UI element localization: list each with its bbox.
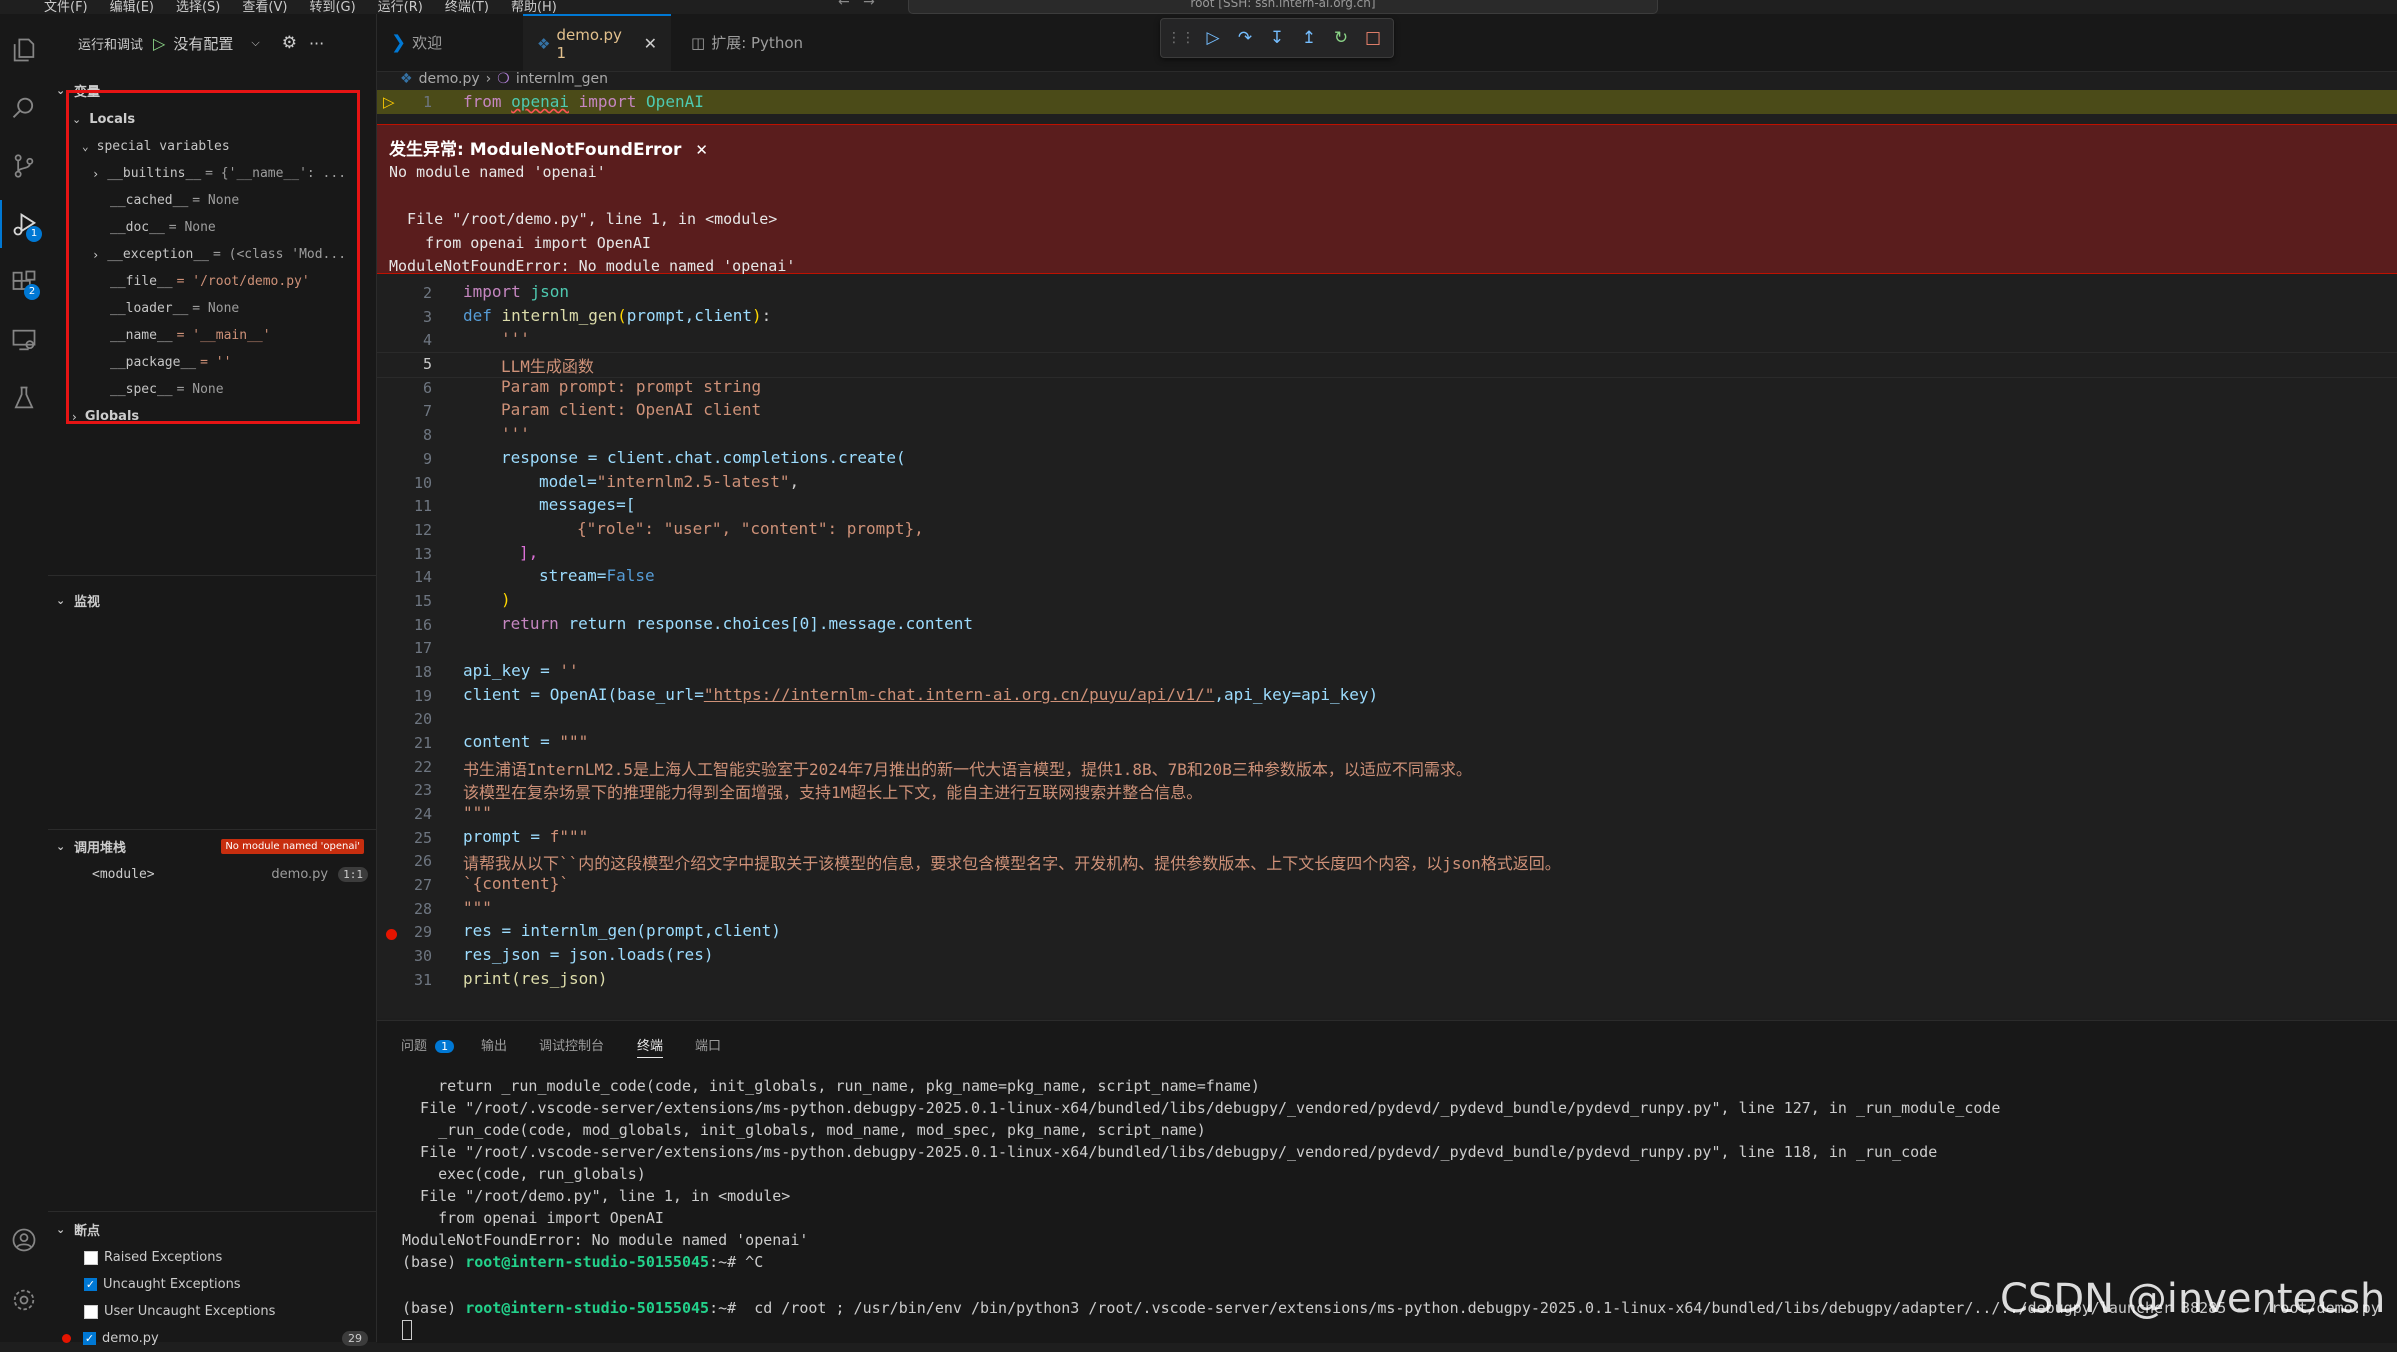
terminal-line: File "/root/.vscode-server/extensions/ms…	[402, 1143, 1938, 1161]
debug-toolbar: ⋮⋮ ▷ ↷ ↧ ↥ ↻ □	[1160, 18, 1394, 58]
menu-terminal[interactable]: 终端(T)	[445, 0, 489, 14]
close-icon[interactable]: ✕	[644, 34, 657, 53]
terminal-line: ModuleNotFoundError: No module named 'op…	[402, 1231, 809, 1249]
bp-raised-exceptions[interactable]: Raised Exceptions	[48, 1244, 358, 1271]
step-over-icon[interactable]: ↷	[1233, 26, 1257, 50]
chevron-down-icon: ⌄	[56, 593, 66, 607]
python-file-icon: ❖	[537, 34, 551, 53]
restart-icon[interactable]: ↻	[1329, 26, 1353, 50]
checkbox-checked-icon[interactable]: ✓	[83, 1332, 96, 1345]
divider	[48, 575, 376, 576]
source-control-icon[interactable]	[0, 142, 48, 190]
exception-title: 发生异常: ModuleNotFoundError ✕	[389, 140, 708, 160]
remote-explorer-icon[interactable]	[0, 316, 48, 364]
callstack-section-header[interactable]: ⌄ 调用堆栈 No module named 'openai'	[48, 834, 376, 858]
search-icon[interactable]	[0, 84, 48, 132]
chevron-down-icon[interactable]: ⌵	[251, 36, 259, 50]
breakpoints-section-header[interactable]: ⌄ 断点	[48, 1217, 376, 1241]
close-icon[interactable]: ✕	[695, 141, 708, 159]
breadcrumb-symbol[interactable]: internlm_gen	[516, 71, 608, 87]
extensions-badge: 2	[24, 284, 40, 300]
terminal-line: from openai import OpenAI	[402, 1209, 664, 1227]
explorer-icon[interactable]	[0, 26, 48, 74]
divider	[48, 829, 376, 830]
checkbox[interactable]	[84, 1250, 98, 1265]
run-debug-sidebar: 运行和调试 ▷ 没有配置 ⌵ ⚙ ··· ⌄ 变量 ⌄ Locals ⌄ spe…	[48, 14, 377, 1346]
more-icon[interactable]: ···	[309, 34, 324, 53]
settings-gear-icon[interactable]	[0, 1276, 48, 1324]
exception-widget: 发生异常: ModuleNotFoundError ✕ No module na…	[377, 124, 2397, 275]
activity-bar: 1 2	[0, 14, 48, 1342]
bp-file-entry[interactable]: ✓ demo.py 29	[48, 1325, 368, 1352]
tab-extension-python[interactable]: ◫ 扩展: Python	[677, 14, 867, 71]
exception-trace: No module named 'openai' File "/root/dem…	[389, 163, 796, 275]
menu-bar: 文件(F) 编辑(E) 选择(S) 查看(V) 转到(G) 运行(R) 终端(T…	[44, 0, 557, 14]
config-select[interactable]: 没有配置	[173, 33, 233, 54]
command-center[interactable]: root [SSH: ssh.intern-ai.org.cn]	[908, 0, 1658, 14]
exception-badge: No module named 'openai'	[221, 838, 364, 854]
menu-view[interactable]: 查看(V)	[242, 0, 287, 14]
chevron-right-icon: ›	[485, 71, 492, 87]
terminal-line: _run_code(code, mod_globals, init_global…	[402, 1121, 1206, 1139]
gear-icon[interactable]: ⚙	[282, 33, 297, 53]
terminal-cursor[interactable]	[402, 1320, 412, 1340]
terminal-line: exec(code, run_globals)	[402, 1165, 646, 1183]
debug-badge: 1	[26, 226, 42, 242]
menu-go[interactable]: 转到(G)	[309, 0, 355, 14]
highlight-box	[66, 90, 360, 424]
tab-problems[interactable]: 问题 1	[401, 1035, 455, 1054]
title-bar: 文件(F) 编辑(E) 选择(S) 查看(V) 转到(G) 运行(R) 终端(T…	[0, 0, 2397, 14]
nav-arrows[interactable]: ← →	[838, 0, 875, 10]
checkbox[interactable]	[84, 1304, 98, 1319]
cursor-line	[377, 352, 2397, 378]
extensions-icon[interactable]: 2	[0, 258, 48, 306]
menu-help[interactable]: 帮助(H)	[511, 0, 557, 14]
callstack-frame[interactable]: <module> demo.py 1:1	[48, 861, 368, 888]
terminal-prompt: (base) root@intern-studio-50155045:~# ^C	[402, 1253, 764, 1271]
checkbox-checked-icon[interactable]: ✓	[84, 1278, 97, 1291]
vscode-logo-icon: ❯	[391, 32, 407, 53]
account-icon[interactable]	[0, 1216, 48, 1264]
menu-run[interactable]: 运行(R)	[378, 0, 423, 14]
debug-header: 运行和调试 ▷ 没有配置 ⌵ ⚙ ···	[48, 28, 376, 58]
continue-icon[interactable]: ▷	[1201, 26, 1225, 50]
breadcrumb: ❖ demo.py › ❍ internlm_gen	[400, 68, 608, 90]
bp-uncaught-exceptions[interactable]: ✓ Uncaught Exceptions	[48, 1271, 358, 1298]
watermark: CSDN @inventecsh	[2000, 1276, 2386, 1322]
menu-edit[interactable]: 编辑(E)	[110, 0, 154, 14]
bp-user-uncaught-exceptions[interactable]: User Uncaught Exceptions	[48, 1298, 358, 1325]
chevron-down-icon: ⌄	[56, 1222, 66, 1236]
terminal-line: File "/root/.vscode-server/extensions/ms…	[402, 1099, 2001, 1117]
sidebar-title: 运行和调试	[78, 37, 144, 53]
menu-file[interactable]: 文件(F)	[44, 0, 88, 14]
terminal-line: return _run_module_code(code, init_globa…	[402, 1077, 1260, 1095]
tab-output[interactable]: 输出	[481, 1035, 507, 1054]
tab-demo-py[interactable]: ❖ demo.py 1 ✕	[523, 14, 671, 71]
menu-selection[interactable]: 选择(S)	[176, 0, 220, 14]
divider	[48, 1211, 376, 1212]
extensions-icon: ◫	[691, 33, 706, 52]
step-out-icon[interactable]: ↥	[1297, 26, 1321, 50]
terminal-line: File "/root/demo.py", line 1, in <module…	[402, 1187, 791, 1205]
tab-debug-console[interactable]: 调试控制台	[539, 1035, 604, 1054]
tab-terminal[interactable]: 终端	[637, 1035, 664, 1058]
breadcrumb-file[interactable]: demo.py	[419, 71, 480, 87]
testing-icon[interactable]	[0, 374, 48, 422]
tab-welcome[interactable]: ❯ 欢迎	[377, 14, 507, 71]
chevron-down-icon: ⌄	[56, 839, 66, 853]
drag-handle-icon[interactable]: ⋮⋮	[1167, 26, 1195, 50]
tab-ports[interactable]: 端口	[695, 1035, 721, 1054]
step-into-icon[interactable]: ↧	[1265, 26, 1289, 50]
code-body[interactable]: 2 import json 3 def internlm_gen(prompt,…	[377, 272, 2397, 1018]
python-file-icon: ❖	[400, 71, 413, 87]
start-debug-icon[interactable]: ▷	[153, 34, 165, 53]
function-symbol-icon: ❍	[497, 71, 510, 87]
watch-section-header[interactable]: ⌄ 监视	[48, 588, 376, 612]
stop-icon[interactable]: □	[1361, 26, 1385, 50]
run-debug-icon[interactable]: 1	[0, 200, 48, 248]
code-line: from openai import OpenAI	[463, 92, 704, 111]
